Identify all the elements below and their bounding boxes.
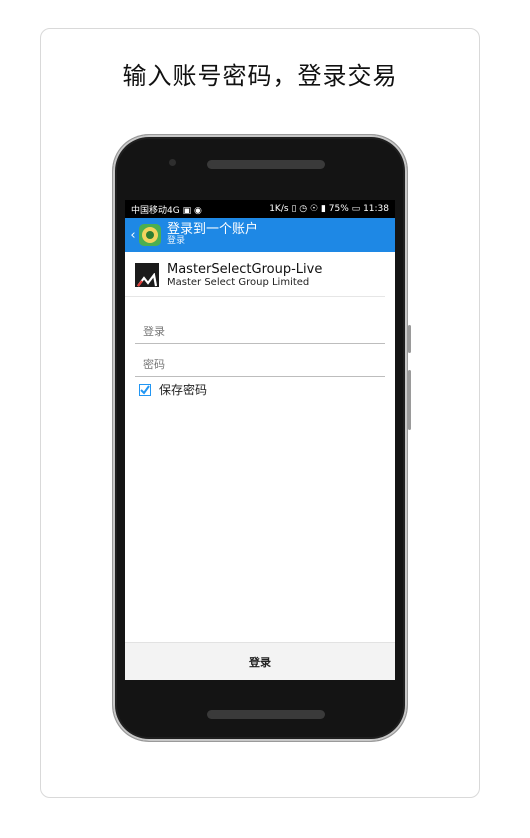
status-right: 1K/s ▯ ◷ ☉ ▮ 75% ▭ 11:38 [269, 204, 389, 214]
vibrate-icon: ▯ [291, 204, 297, 214]
clock: 11:38 [363, 204, 389, 214]
eye-icon: ☉ [310, 204, 319, 214]
battery-level: 75% [328, 204, 349, 214]
password-field[interactable] [135, 352, 385, 377]
volume-button [408, 370, 411, 430]
network-speed: 1K/s [269, 204, 289, 214]
battery-icon: ▭ [351, 204, 361, 214]
top-speaker [207, 160, 325, 169]
server-text: MasterSelectGroup-Live Master Select Gro… [167, 262, 322, 288]
save-password-label: 保存密码 [159, 383, 208, 397]
wechat-notification-icon: ◉ [193, 205, 202, 216]
image-notification-icon: ▣ [182, 205, 192, 216]
app-bar-titles: 登录到一个账户 登录 [167, 222, 258, 247]
server-name: MasterSelectGroup-Live [167, 262, 323, 277]
checkmark-icon [140, 384, 150, 395]
back-chevron-icon[interactable]: ‹ [127, 228, 139, 243]
status-bar: 中国移动4G ▣ ◉ 1K/s ▯ ◷ ☉ ▮ 75% ▭ 11:38 [125, 200, 395, 218]
app-bar-subtitle: 登录 [167, 236, 186, 247]
power-button [408, 325, 411, 353]
status-left: 中国移动4G ▣ ◉ [131, 203, 202, 216]
app-bar: ‹ 登录到一个账户 登录 [125, 218, 395, 252]
alarm-icon: ◷ [299, 204, 308, 214]
page-headline: 输入账号密码，登录交易 [122, 62, 398, 90]
save-password-checkbox[interactable] [139, 383, 151, 396]
broker-logo-icon [135, 263, 159, 287]
broker-logo-mark [137, 273, 157, 287]
metatrader-app-icon[interactable] [139, 224, 161, 246]
login-field[interactable] [135, 319, 385, 344]
server-row[interactable]: MasterSelectGroup-Live Master Select Gro… [125, 252, 385, 297]
save-password-row[interactable]: 保存密码 [139, 381, 395, 398]
password-input[interactable] [135, 352, 385, 376]
carrier-label: 中国移动4G [131, 205, 180, 216]
front-camera [169, 159, 176, 166]
server-company: Master Select Group Limited [167, 277, 310, 288]
phone-screen: 中国移动4G ▣ ◉ 1K/s ▯ ◷ ☉ ▮ 75% ▭ 11:38 ‹ 登录… [125, 200, 395, 680]
login-input[interactable] [135, 319, 385, 343]
signal-icon: ▮ [320, 204, 326, 214]
bottom-speaker [207, 710, 325, 719]
login-button[interactable]: 登录 [125, 642, 395, 680]
